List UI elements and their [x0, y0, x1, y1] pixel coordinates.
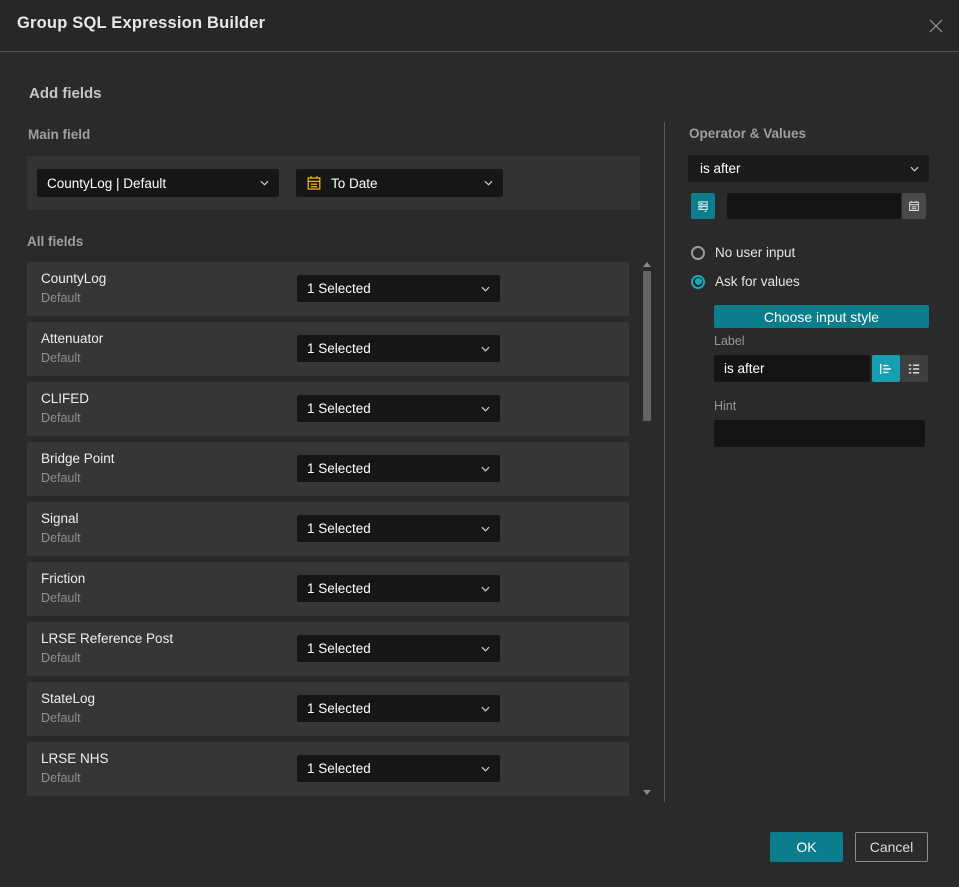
field-row-attenuator: Attenuator Default 1 Selected [27, 322, 629, 376]
radio-circle-icon [691, 245, 705, 260]
input-type-icon[interactable] [691, 193, 715, 219]
label-input[interactable] [714, 355, 870, 382]
close-icon[interactable] [922, 12, 950, 40]
field-row-friction: Friction Default 1 Selected [27, 562, 629, 616]
chevron-down-icon [481, 706, 490, 712]
calendar-icon [307, 176, 321, 190]
chevron-down-icon [481, 286, 490, 292]
field-row-lrse-reference-post: LRSE Reference Post Default 1 Selected [27, 622, 629, 676]
label-label: Label [714, 334, 745, 348]
chevron-down-icon [481, 586, 490, 592]
field-row-signal: Signal Default 1 Selected [27, 502, 629, 556]
ok-button[interactable]: OK [770, 832, 843, 862]
field-row-select[interactable]: 1 Selected [297, 695, 500, 722]
chevron-down-icon [481, 646, 490, 652]
calendar-icon[interactable] [902, 193, 926, 219]
field-row-select[interactable]: 1 Selected [297, 335, 500, 362]
operator-values-heading: Operator & Values [689, 126, 807, 141]
main-field-select[interactable]: CountyLog | Default [37, 169, 279, 197]
field-row-select[interactable]: 1 Selected [297, 635, 500, 662]
group-sql-expression-builder-dialog: Group SQL Expression Builder Add fields … [0, 0, 959, 887]
field-row-select[interactable]: 1 Selected [297, 515, 500, 542]
cancel-button[interactable]: Cancel [855, 832, 928, 862]
chevron-down-icon [481, 766, 490, 772]
add-fields-heading: Add fields [29, 85, 102, 102]
scroll-down-icon[interactable] [643, 790, 651, 795]
main-field-type-select[interactable]: To Date [296, 169, 503, 197]
radio-selected-icon [691, 274, 705, 289]
list-scrollbar[interactable] [643, 262, 651, 795]
hint-label: Hint [714, 399, 737, 413]
all-fields-list: CountyLog Default 1 Selected Attenuator … [27, 262, 629, 802]
main-field-panel: CountyLog | Default To Date [27, 156, 640, 210]
chevron-down-icon [910, 166, 919, 172]
list-icon[interactable] [900, 355, 928, 382]
chevron-down-icon [484, 180, 493, 186]
field-row-statelog: StateLog Default 1 Selected [27, 682, 629, 736]
scroll-up-icon[interactable] [643, 262, 651, 267]
align-left-icon[interactable] [872, 355, 900, 382]
main-field-label: Main field [28, 127, 91, 142]
field-row-select[interactable]: 1 Selected [297, 455, 500, 482]
operator-select[interactable]: is after [688, 155, 929, 182]
chevron-down-icon [481, 406, 490, 412]
panel-divider [664, 122, 665, 802]
dialog-title: Group SQL Expression Builder [17, 14, 266, 32]
chevron-down-icon [481, 526, 490, 532]
chevron-down-icon [260, 180, 269, 186]
field-row-select[interactable]: 1 Selected [297, 395, 500, 422]
radio-no-user-input[interactable]: No user input [691, 245, 795, 260]
field-row-lrse-nhs: LRSE NHS Default 1 Selected [27, 742, 629, 796]
field-row-bridge-point: Bridge Point Default 1 Selected [27, 442, 629, 496]
field-row-select[interactable]: 1 Selected [297, 755, 500, 782]
scrollbar-thumb[interactable] [643, 271, 651, 421]
field-row-select[interactable]: 1 Selected [297, 575, 500, 602]
value-input[interactable] [727, 193, 901, 219]
radio-ask-for-values[interactable]: Ask for values [691, 274, 800, 289]
field-row-clifed: CLIFED Default 1 Selected [27, 382, 629, 436]
field-row-countylog: CountyLog Default 1 Selected [27, 262, 629, 316]
choose-input-style-button[interactable]: Choose input style [714, 305, 929, 328]
field-row-select[interactable]: 1 Selected [297, 275, 500, 302]
all-fields-label: All fields [27, 234, 84, 249]
hint-input[interactable] [714, 420, 925, 447]
chevron-down-icon [481, 466, 490, 472]
chevron-down-icon [481, 346, 490, 352]
